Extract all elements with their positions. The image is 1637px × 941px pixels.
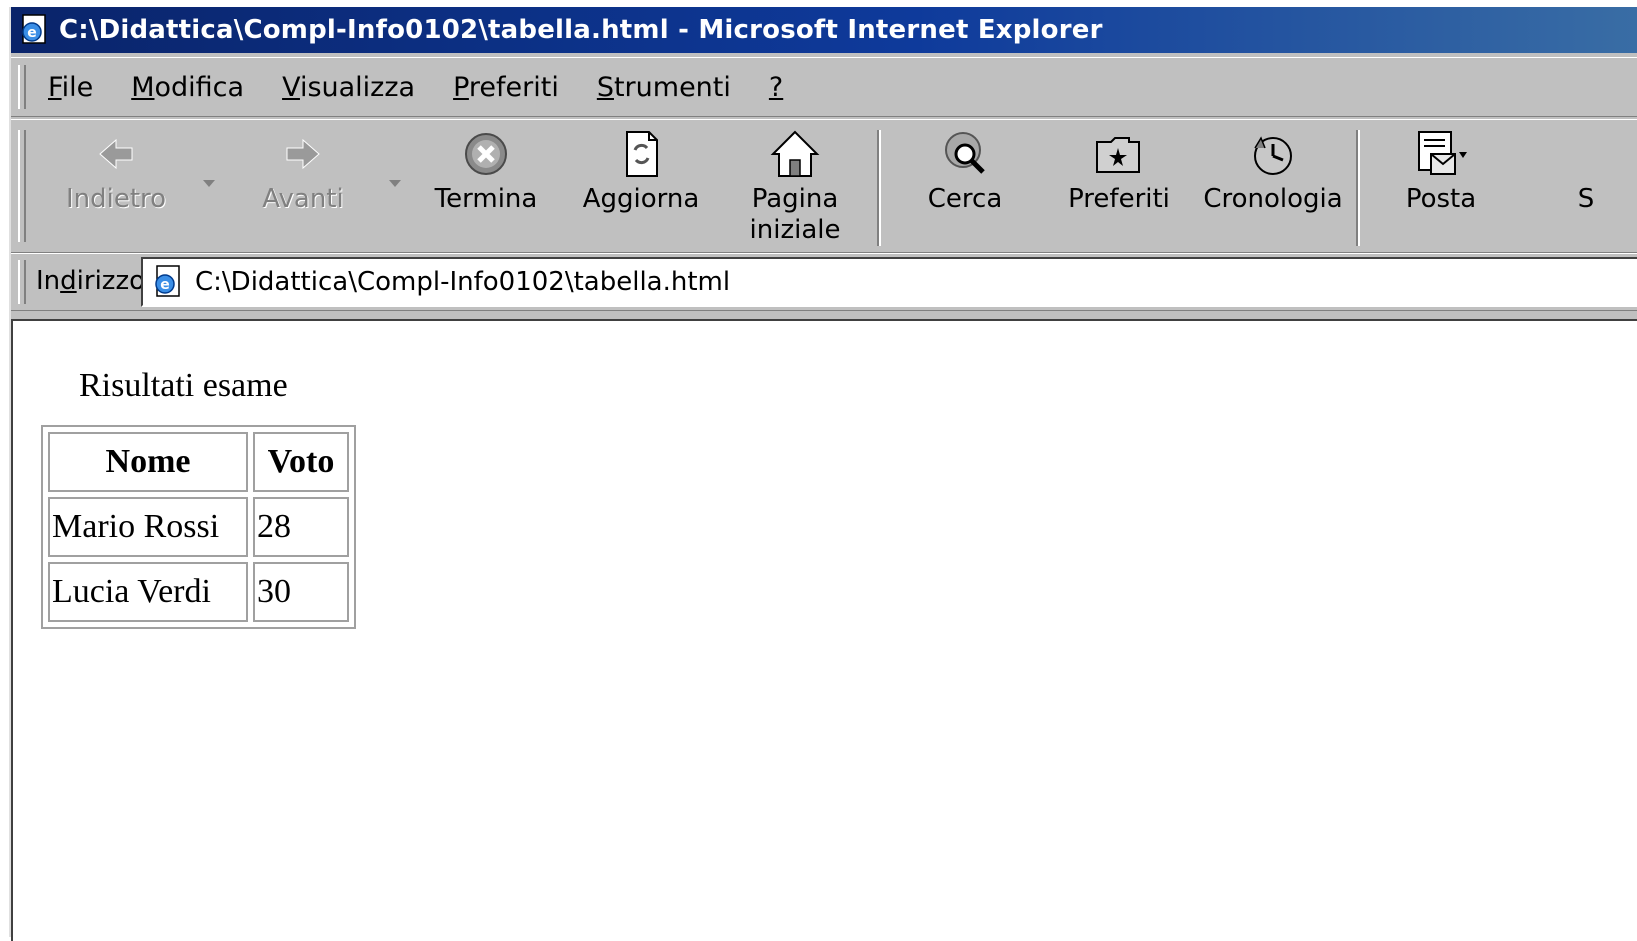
- refresh-label: Aggiorna: [582, 184, 700, 214]
- address-bar: Indirizzo e C:\Didattica\Compl-Info0102\…: [11, 253, 1637, 311]
- address-label: Indirizzo: [36, 266, 146, 296]
- back-button[interactable]: Indietro: [46, 128, 186, 246]
- forward-label: Avanti: [262, 184, 344, 214]
- mail-button[interactable]: Posta: [1371, 128, 1511, 246]
- cell-nome: Lucia Verdi: [48, 562, 248, 622]
- back-label: Indietro: [65, 184, 167, 214]
- ie-page-icon: e: [22, 14, 46, 44]
- svg-text:e: e: [27, 25, 37, 41]
- address-value: C:\Didattica\Compl-Info0102\tabella.html: [195, 267, 731, 297]
- header-voto: Voto: [253, 432, 349, 492]
- search-button[interactable]: Cerca: [895, 128, 1035, 246]
- content-frame-border: [11, 311, 1637, 321]
- title-bar: e C:\Didattica\Compl-Info0102\tabella.ht…: [11, 7, 1637, 53]
- home-icon: [770, 130, 820, 177]
- stop-button[interactable]: Termina: [416, 128, 556, 246]
- stop-icon: [465, 133, 507, 175]
- address-input[interactable]: e C:\Didattica\Compl-Info0102\tabella.ht…: [141, 257, 1637, 307]
- header-nome: Nome: [48, 432, 248, 492]
- menu-preferiti[interactable]: Preferiti: [453, 72, 559, 103]
- menu-strumenti[interactable]: Strumenti: [597, 72, 731, 103]
- address-bar-grip[interactable]: [18, 260, 26, 304]
- menu-modifica[interactable]: Modifica: [131, 72, 244, 103]
- history-button[interactable]: Cronologia: [1203, 128, 1343, 246]
- search-label: Cerca: [927, 184, 1003, 214]
- refresh-button[interactable]: Aggiorna: [571, 128, 711, 246]
- home-button[interactable]: Pagina iniziale: [725, 128, 865, 246]
- page-icon: e: [155, 265, 180, 297]
- history-icon: [1254, 136, 1292, 175]
- home-label: Pagina iniziale: [749, 184, 841, 245]
- cell-voto: 28: [253, 497, 349, 557]
- history-label: Cronologia: [1203, 184, 1343, 214]
- table-row: Mario Rossi 28: [48, 497, 349, 557]
- back-arrow-icon: [99, 138, 133, 170]
- cell-voto: 30: [253, 562, 349, 622]
- favorites-label: Preferiti: [1068, 184, 1170, 214]
- svg-text:e: e: [160, 277, 170, 293]
- menu-file[interactable]: File: [48, 72, 93, 103]
- browser-window: e C:\Didattica\Compl-Info0102\tabella.ht…: [9, 7, 1637, 941]
- refresh-icon: [626, 131, 658, 177]
- results-table: Nome Voto Mario Rossi 28 Lucia Verdi 30: [41, 425, 356, 629]
- table-caption: Risultati esame: [79, 367, 288, 404]
- mail-icon: [1418, 131, 1467, 175]
- cell-nome: Mario Rossi: [48, 497, 248, 557]
- table-header-row: Nome Voto: [48, 432, 349, 492]
- forward-button[interactable]: Avanti: [233, 128, 373, 246]
- favorites-button[interactable]: Preferiti: [1049, 128, 1189, 246]
- page-content: Risultati esame Nome Voto Mario Rossi 28…: [11, 321, 1637, 941]
- menu-visualizza[interactable]: Visualizza: [282, 72, 415, 103]
- toolbar-grip[interactable]: [18, 130, 26, 242]
- menu-help[interactable]: ?: [769, 72, 783, 103]
- forward-arrow-icon: [286, 138, 320, 170]
- menu-bar-grip[interactable]: [18, 65, 26, 109]
- mail-label: Posta: [1405, 184, 1477, 214]
- favorites-folder-icon: [1096, 137, 1140, 173]
- size-icon: [1560, 128, 1612, 180]
- window-title: C:\Didattica\Compl-Info0102\tabella.html…: [59, 15, 1103, 45]
- table-row: Lucia Verdi 30: [48, 562, 349, 622]
- size-button[interactable]: S: [1546, 128, 1626, 246]
- toolbar-separator-2: [1356, 130, 1360, 246]
- back-dropdown-icon[interactable]: [203, 180, 215, 187]
- search-icon: [945, 132, 985, 174]
- stop-label: Termina: [434, 184, 538, 214]
- menu-bar: File Modifica Visualizza Preferiti Strum…: [11, 57, 1637, 117]
- size-label: S: [1577, 184, 1595, 214]
- standard-toolbar: Indietro Avanti Termina Aggiorna Pagina …: [11, 119, 1637, 253]
- forward-dropdown-icon[interactable]: [389, 180, 401, 187]
- toolbar-separator: [877, 130, 881, 246]
